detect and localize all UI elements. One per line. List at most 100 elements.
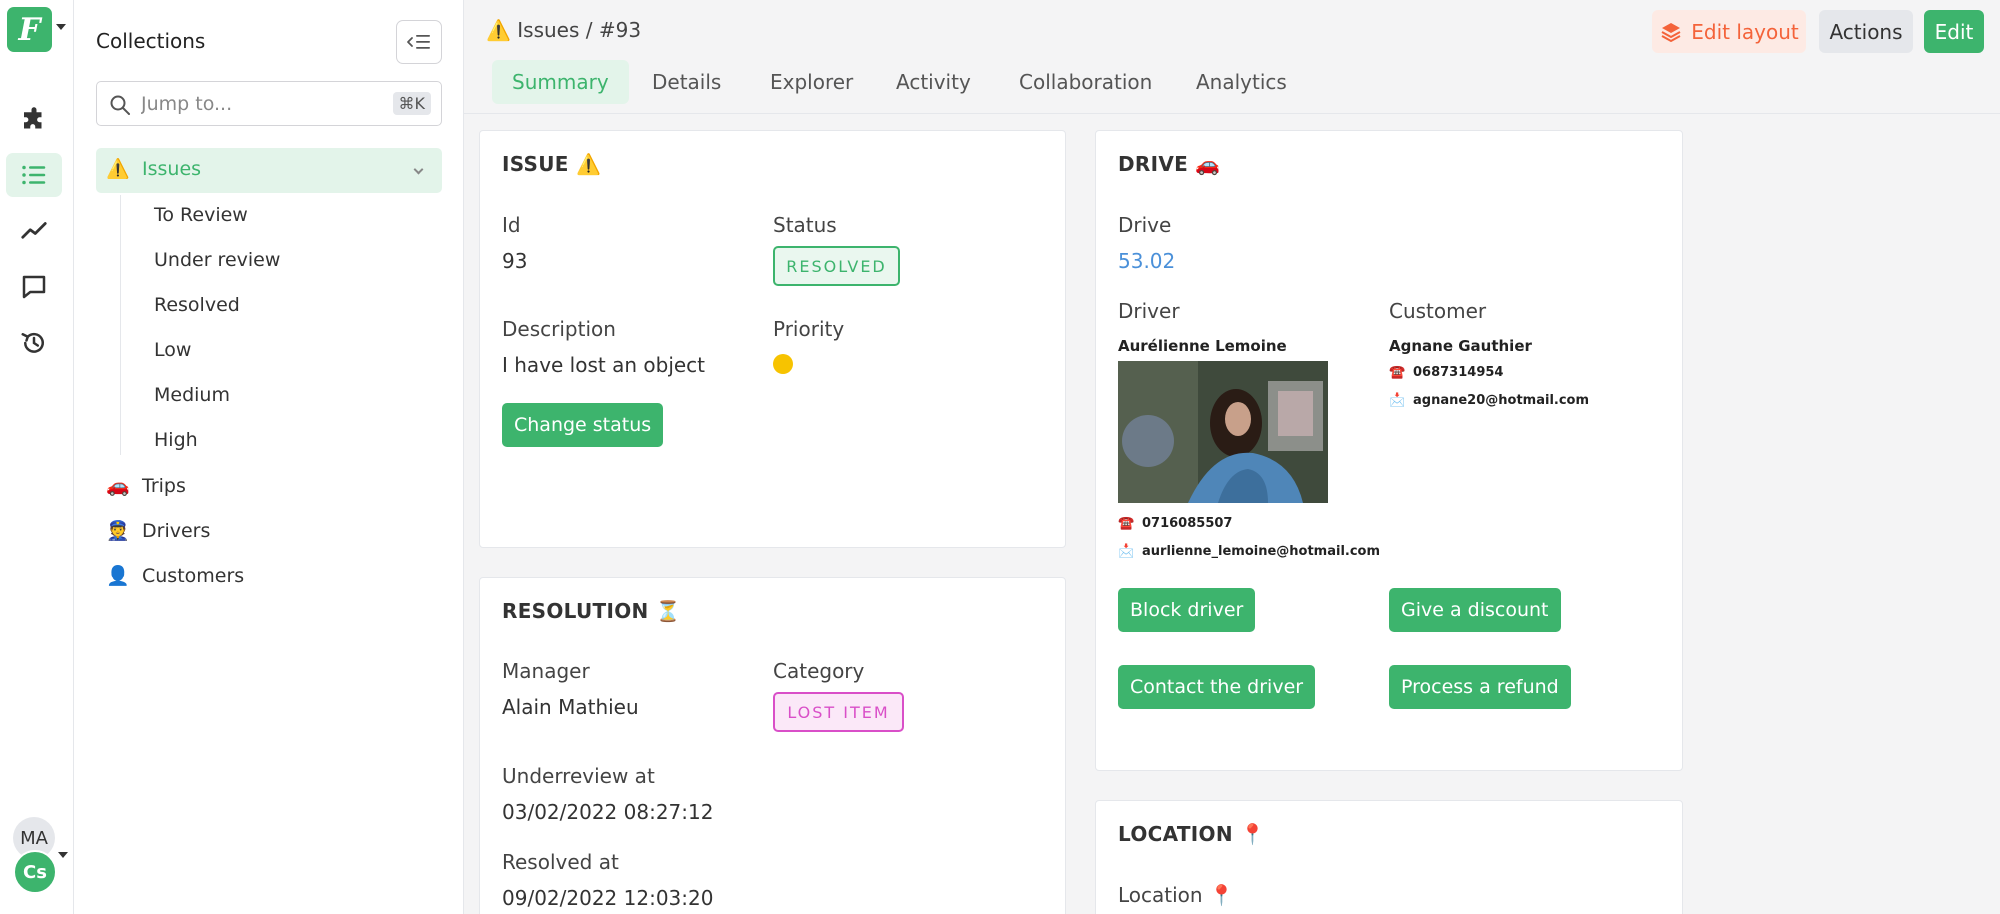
driver-portrait-image xyxy=(1118,361,1328,503)
resolved-value: 09/02/2022 12:03:20 xyxy=(502,886,714,910)
sidebar-item-label: Trips xyxy=(142,475,186,497)
envelope-icon: 📩 xyxy=(1389,393,1406,408)
location-label: Location 📍 xyxy=(1118,883,1234,907)
give-discount-button[interactable]: Give a discount xyxy=(1389,588,1561,632)
driver-email: 📩 aurlienne_lemoine@hotmail.com xyxy=(1118,544,1380,559)
puzzle-icon xyxy=(24,107,42,129)
icon-rail: F MA Cs xyxy=(0,0,74,914)
actions-button[interactable]: Actions xyxy=(1819,10,1913,53)
layers-icon xyxy=(1661,22,1681,42)
sidebar-view-high[interactable]: High xyxy=(154,429,198,451)
breadcrumb: ⚠️ Issues / #93 xyxy=(486,18,641,42)
description-label: Description xyxy=(502,317,616,341)
analytics-icon[interactable] xyxy=(6,209,62,253)
issue-card-title: ISSUE ⚠️ xyxy=(502,152,602,176)
car-icon: 🚗 xyxy=(106,475,130,497)
sidebar-item-issues[interactable]: ⚠️ Issues xyxy=(96,148,442,193)
inbox-icon[interactable] xyxy=(6,265,62,309)
category-badge: LOST ITEM xyxy=(773,692,904,732)
edit-layout-button[interactable]: Edit layout xyxy=(1652,10,1806,53)
logo-letter: F xyxy=(18,11,41,48)
breadcrumb-separator: / xyxy=(585,18,593,42)
police-officer-icon: 👮 xyxy=(106,520,130,542)
sidebar-item-trips[interactable]: 🚗 Trips xyxy=(106,474,186,497)
driver-label: Driver xyxy=(1118,299,1180,323)
history-icon[interactable] xyxy=(6,321,62,365)
person-icon: 👤 xyxy=(106,565,130,587)
category-label: Category xyxy=(773,659,865,683)
search-icon xyxy=(110,95,130,115)
customer-name[interactable]: Agnane Gauthier xyxy=(1389,337,1532,355)
drive-card-title: DRIVE 🚗 xyxy=(1118,152,1221,176)
plugins-icon[interactable] xyxy=(6,99,62,143)
underreview-value: 03/02/2022 08:27:12 xyxy=(502,800,714,824)
sidebar-view-to-review[interactable]: To Review xyxy=(154,204,248,226)
search-input[interactable] xyxy=(141,90,371,118)
tab-details[interactable]: Details xyxy=(632,60,741,104)
driver-name[interactable]: Aurélienne Lemoine xyxy=(1118,337,1287,355)
resolved-label: Resolved at xyxy=(502,850,619,874)
block-driver-button[interactable]: Block driver xyxy=(1118,588,1256,632)
change-status-button[interactable]: Change status xyxy=(502,403,664,447)
collapse-icon xyxy=(407,35,430,49)
sidebar-view-resolved[interactable]: Resolved xyxy=(154,294,240,316)
sidebar-view-low[interactable]: Low xyxy=(154,339,191,361)
chevron-down-icon[interactable] xyxy=(413,164,424,175)
drive-card: DRIVE 🚗 Drive 53.02 Driver Aurélienne Le… xyxy=(1095,130,1683,771)
id-label: Id xyxy=(502,213,521,237)
resolution-card: RESOLUTION ⏳ Manager Alain Mathieu Categ… xyxy=(479,577,1066,914)
warning-icon: ⚠️ xyxy=(106,158,130,180)
customer-label: Customer xyxy=(1389,299,1487,323)
driver-phone: ☎️ 0716085507 xyxy=(1118,516,1232,531)
driver-photo xyxy=(1118,361,1328,503)
customer-email-value[interactable]: agnane20@hotmail.com xyxy=(1413,393,1589,408)
sidebar-view-under-review[interactable]: Under review xyxy=(154,249,280,271)
collapse-sidebar-button[interactable] xyxy=(396,20,442,64)
warning-icon: ⚠️ xyxy=(486,18,511,42)
customer-phone-value[interactable]: 0687314954 xyxy=(1413,365,1503,380)
collections-sidebar: Collections ⌘K ⚠️ Issues To Review Under… xyxy=(74,0,464,914)
sidebar-item-drivers[interactable]: 👮 Drivers xyxy=(106,519,210,542)
tab-activity[interactable]: Activity xyxy=(876,60,991,104)
workspace-dropdown-caret-icon[interactable] xyxy=(58,852,68,858)
edit-layout-label: Edit layout xyxy=(1691,19,1799,44)
underreview-label: Underreview at xyxy=(502,764,655,788)
process-refund-button[interactable]: Process a refund xyxy=(1389,665,1571,709)
contact-driver-button[interactable]: Contact the driver xyxy=(1118,665,1316,709)
logo-dropdown-caret-icon[interactable] xyxy=(56,24,66,30)
location-card: LOCATION 📍 Location 📍 xyxy=(1095,800,1683,914)
tab-collaboration[interactable]: Collaboration xyxy=(999,60,1172,104)
tab-analytics[interactable]: Analytics xyxy=(1176,60,1307,104)
location-card-title: LOCATION 📍 xyxy=(1118,822,1266,846)
manager-label: Manager xyxy=(502,659,590,683)
description-value: I have lost an object xyxy=(502,353,706,377)
issue-card: ISSUE ⚠️ Id 93 Status RESOLVED Descripti… xyxy=(479,130,1066,548)
breadcrumb-collection[interactable]: Issues xyxy=(517,18,579,42)
sidebar-item-customers[interactable]: 👤 Customers xyxy=(106,564,244,587)
customer-email: 📩 agnane20@hotmail.com xyxy=(1389,393,1589,408)
status-label: Status xyxy=(773,213,837,237)
tab-summary[interactable]: Summary xyxy=(492,60,629,104)
edit-button[interactable]: Edit xyxy=(1924,10,1984,53)
driver-email-value[interactable]: aurlienne_lemoine@hotmail.com xyxy=(1142,544,1380,559)
workspace-avatar[interactable]: Cs xyxy=(13,850,57,894)
tab-explorer[interactable]: Explorer xyxy=(750,60,873,104)
workspace-initials: Cs xyxy=(23,861,47,883)
sidebar-item-label: Drivers xyxy=(142,520,211,542)
priority-indicator-icon xyxy=(773,354,793,374)
sidebar-view-medium[interactable]: Medium xyxy=(154,384,230,406)
app-logo[interactable]: F xyxy=(7,7,52,52)
collections-list-icon[interactable] xyxy=(6,153,62,197)
jump-to-search[interactable]: ⌘K xyxy=(96,81,442,126)
drive-link[interactable]: 53.02 xyxy=(1118,249,1175,273)
telephone-icon: ☎️ xyxy=(1389,365,1406,380)
resolution-card-title: RESOLUTION ⏳ xyxy=(502,599,682,623)
sidebar-item-issues-label: Issues xyxy=(142,158,202,180)
driver-phone-value[interactable]: 0716085507 xyxy=(1142,516,1232,531)
user-initials: MA xyxy=(20,827,48,849)
manager-value: Alain Mathieu xyxy=(502,695,639,719)
telephone-icon: ☎️ xyxy=(1118,516,1135,531)
history-clock-icon xyxy=(21,332,44,353)
chat-icon xyxy=(22,275,46,299)
header-divider xyxy=(464,113,2000,114)
